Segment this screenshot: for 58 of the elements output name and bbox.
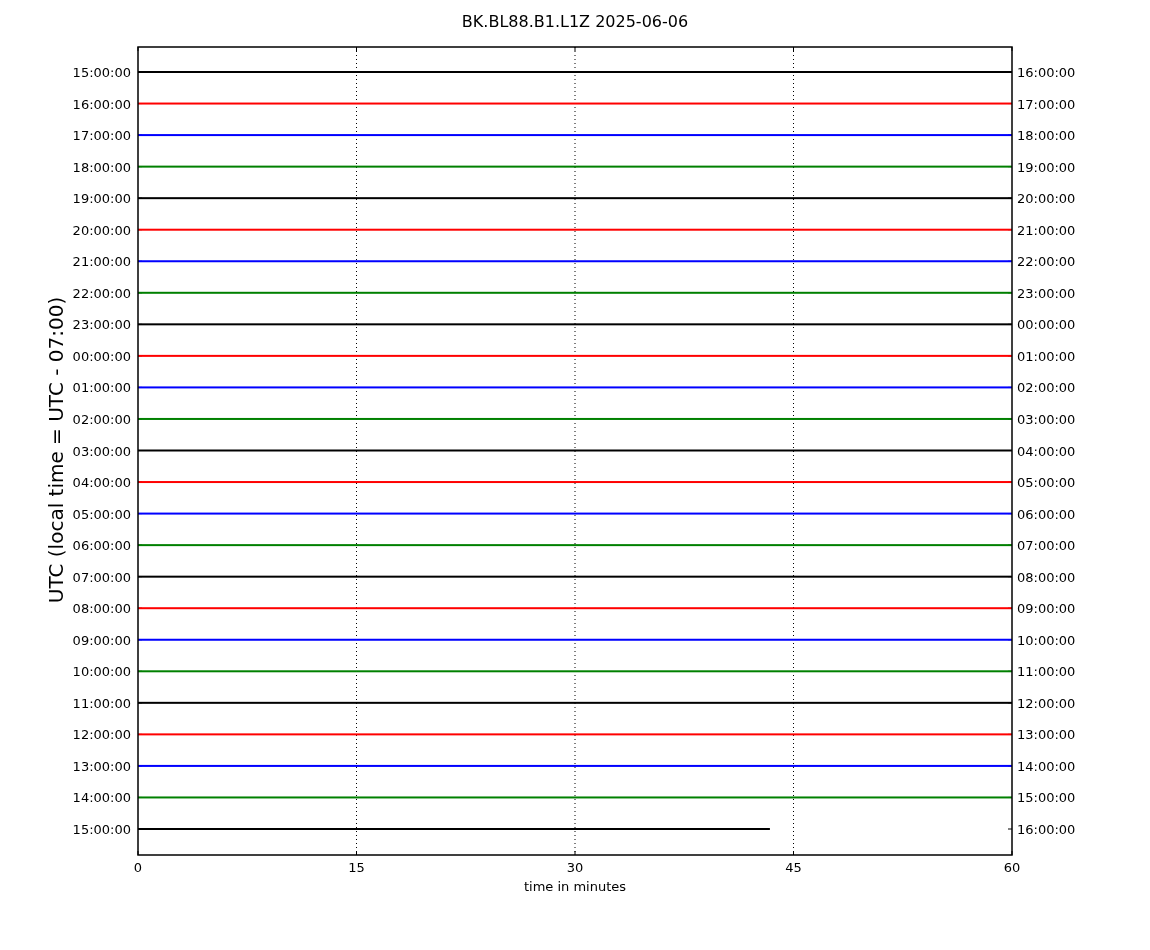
x-tick-label: 30: [566, 860, 584, 875]
y-tick-label: 09:00:00: [1017, 601, 1076, 617]
chart-title: BK.BL88.B1.L1Z 2025-06-06: [461, 12, 689, 31]
y-axis-label: UTC (local time = UTC - 07:00): [44, 296, 68, 604]
y-tick-label: 00:00:00: [72, 348, 131, 364]
y-tick-label: 05:00:00: [1017, 475, 1076, 491]
y-tick-label: 12:00:00: [1017, 695, 1076, 711]
y-tick-label: 10:00:00: [1017, 632, 1076, 648]
y-tick-label: 21:00:00: [72, 254, 131, 270]
y-tick-label: 08:00:00: [1017, 569, 1076, 585]
x-axis-label: time in minutes: [523, 879, 627, 894]
y-tick-label: 18:00:00: [1017, 128, 1076, 144]
y-tick-label: 15:00:00: [1017, 790, 1076, 806]
y-tick-label: 14:00:00: [72, 790, 131, 806]
y-tick-label: 11:00:00: [72, 695, 131, 711]
y-tick-label: 06:00:00: [1017, 506, 1076, 522]
y-tick-label: 00:00:00: [1017, 317, 1076, 333]
y-tick-label: 06:00:00: [72, 538, 131, 554]
y-tick-label: 15:00:00: [72, 822, 131, 837]
y-tick-label: 19:00:00: [72, 191, 131, 207]
y-tick-label: 10:00:00: [72, 664, 131, 680]
y-tick-label: 22:00:00: [1017, 254, 1076, 270]
y-tick-label: 19:00:00: [1017, 159, 1076, 175]
y-tick-label: 14:00:00: [1017, 758, 1076, 774]
y-tick-label: 05:00:00: [72, 506, 131, 522]
y-tick-label: 07:00:00: [1017, 538, 1076, 554]
y-tick-label: 21:00:00: [1017, 222, 1076, 238]
y-tick-label: 13:00:00: [1017, 727, 1076, 743]
x-tick-label: 15: [348, 860, 365, 875]
y-tick-label: 13:00:00: [72, 758, 131, 774]
y-tick-label: 12:00:00: [72, 727, 131, 743]
x-tick-label: 45: [785, 860, 802, 875]
y-tick-label: 16:00:00: [1017, 822, 1076, 837]
y-tick-label: 17:00:00: [72, 128, 131, 144]
y-tick-label: 18:00:00: [72, 159, 131, 175]
y-tick-label: 09:00:00: [72, 632, 131, 648]
y-tick-label: 16:00:00: [72, 96, 131, 112]
y-tick-label: 23:00:00: [72, 317, 131, 333]
y-tick-label: 04:00:00: [72, 475, 131, 491]
y-tick-label: 01:00:00: [1017, 348, 1076, 364]
y-tick-label: 02:00:00: [1017, 380, 1076, 396]
x-tick-label: 60: [1003, 860, 1021, 875]
y-tick-label: 20:00:00: [1017, 191, 1076, 207]
y-tick-label: 08:00:00: [72, 601, 131, 617]
y-tick-label: 16:00:00: [1017, 65, 1076, 80]
y-tick-label: 20:00:00: [72, 222, 131, 238]
y-tick-label: 03:00:00: [1017, 411, 1076, 427]
y-tick-label: 11:00:00: [1017, 664, 1076, 680]
y-tick-label: 23:00:00: [1017, 285, 1076, 301]
y-tick-label: 15:00:00: [72, 65, 131, 80]
x-tick-label: 0: [133, 860, 143, 875]
y-tick-label: 07:00:00: [72, 569, 131, 585]
y-tick-label: 22:00:00: [72, 285, 131, 301]
y-tick-label: 03:00:00: [72, 443, 131, 459]
y-tick-label: 02:00:00: [72, 411, 131, 427]
y-tick-label: 01:00:00: [72, 380, 131, 396]
y-tick-label: 17:00:00: [1017, 96, 1076, 112]
y-tick-label: 04:00:00: [1017, 443, 1076, 459]
